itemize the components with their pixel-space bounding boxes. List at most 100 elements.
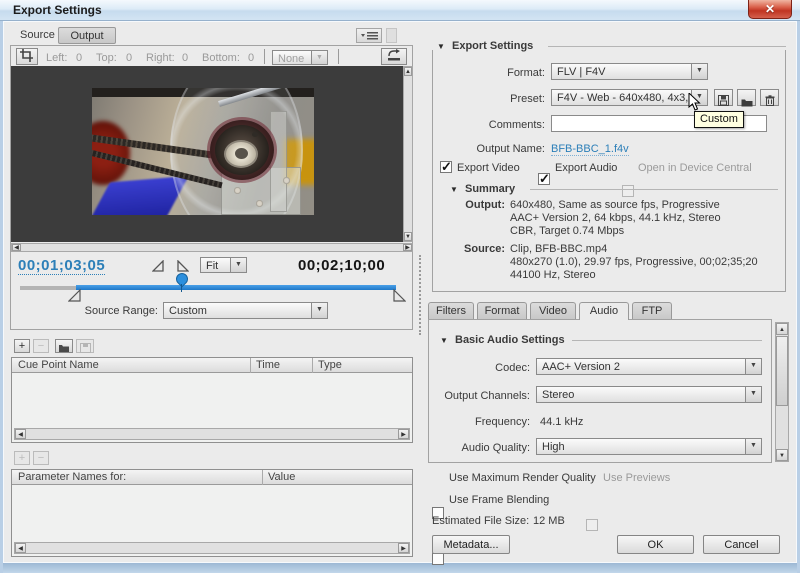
zoom-level-dropdown[interactable]: Fit bbox=[200, 257, 247, 273]
remove-parameter-button[interactable]: − bbox=[33, 451, 49, 465]
timeline-range-bar[interactable] bbox=[76, 285, 396, 290]
export-audio-checkbox[interactable] bbox=[538, 173, 550, 185]
chevron-down-icon bbox=[745, 439, 761, 454]
summary-source-line-3: 44100 Hz, Stereo bbox=[510, 269, 596, 282]
summary-collapse-icon[interactable]: ▼ bbox=[450, 185, 458, 194]
crop-left-value[interactable]: 0 bbox=[76, 52, 82, 64]
param-col-name[interactable]: Parameter Names for: bbox=[18, 471, 126, 483]
crop-settings-button[interactable] bbox=[381, 48, 407, 65]
crop-button[interactable] bbox=[16, 48, 38, 65]
codec-value: AAC+ Version 2 bbox=[537, 359, 745, 374]
video-pulley-hole bbox=[252, 132, 258, 137]
tab-format[interactable]: Format bbox=[477, 302, 527, 319]
cue-point-table-header[interactable]: Cue Point Name Time Type bbox=[12, 358, 412, 373]
output-channels-label: Output Channels: bbox=[430, 390, 530, 402]
delete-preset-button[interactable] bbox=[760, 89, 779, 106]
curved-arrow-icon bbox=[385, 49, 403, 62]
duration-timecode: 00;02;10;00 bbox=[298, 257, 385, 274]
audio-quality-label: Audio Quality: bbox=[430, 442, 530, 454]
add-parameter-button[interactable]: + bbox=[14, 451, 30, 465]
file-size-value: 12 MB bbox=[533, 515, 565, 527]
frame-blending-label: Use Frame Blending bbox=[449, 494, 549, 506]
summary-output-line-1: 640x480, Same as source fps, Progressive bbox=[510, 199, 720, 212]
device-central-checkbox[interactable] bbox=[622, 185, 634, 197]
source-range-value: Custom bbox=[164, 303, 311, 318]
cue-table-hscrollbar[interactable]: ◀ ▶ bbox=[14, 428, 410, 440]
preview-vertical-scrollbar[interactable]: ▲ ▼ bbox=[403, 66, 413, 242]
codec-dropdown[interactable]: AAC+ Version 2 bbox=[536, 358, 762, 375]
cue-col-type[interactable]: Type bbox=[318, 359, 342, 371]
parameter-table-hscrollbar[interactable]: ◀ ▶ bbox=[14, 542, 410, 554]
crop-right-label: Right: bbox=[146, 52, 175, 64]
preset-label: Preset: bbox=[440, 93, 545, 105]
preview-horizontal-scrollbar[interactable]: ◀ ▶ bbox=[11, 243, 413, 252]
crop-bottom-label: Bottom: bbox=[202, 52, 240, 64]
summary-header: Summary bbox=[465, 183, 515, 195]
chevron-down-icon bbox=[311, 303, 327, 318]
format-dropdown[interactable]: FLV | F4V bbox=[551, 63, 708, 80]
export-video-label: Export Video bbox=[457, 162, 520, 174]
parameter-table[interactable]: Parameter Names for: Value ◀ ▶ bbox=[11, 469, 413, 557]
ok-button[interactable]: OK bbox=[617, 535, 694, 554]
tab-audio[interactable]: Audio bbox=[579, 302, 629, 320]
load-cue-points-button[interactable] bbox=[55, 339, 73, 353]
crop-ratio-dropdown[interactable]: None bbox=[272, 50, 328, 65]
param-col-value[interactable]: Value bbox=[268, 471, 295, 483]
range-out-handle[interactable] bbox=[392, 289, 406, 307]
basic-audio-collapse-icon[interactable]: ▼ bbox=[440, 336, 448, 345]
video-pulley-center bbox=[235, 148, 248, 159]
tab-source[interactable]: Source bbox=[20, 29, 55, 41]
tab-ftp[interactable]: FTP bbox=[632, 302, 672, 319]
crop-bottom-value[interactable]: 0 bbox=[248, 52, 254, 64]
tab-video[interactable]: Video bbox=[530, 302, 576, 319]
crop-separator-2 bbox=[338, 49, 339, 64]
summary-source-line-2: 480x270 (1.0), 29.97 fps, Progressive, 0… bbox=[510, 256, 758, 269]
frequency-label: Frequency: bbox=[430, 416, 530, 428]
video-acrylic-column bbox=[270, 111, 288, 213]
codec-label: Codec: bbox=[430, 362, 530, 374]
format-label: Format: bbox=[440, 67, 545, 79]
tab-filters[interactable]: Filters bbox=[428, 302, 474, 319]
save-cue-points-button[interactable] bbox=[76, 339, 94, 353]
cancel-button[interactable]: Cancel bbox=[703, 535, 780, 554]
chevron-down-icon bbox=[745, 359, 761, 374]
panel-splitter[interactable] bbox=[419, 255, 421, 335]
chevron-down-icon bbox=[230, 258, 246, 272]
close-button[interactable]: ✕ bbox=[748, 0, 792, 19]
frame-blending-checkbox[interactable] bbox=[432, 553, 444, 565]
output-name-link[interactable]: BFB-BBC_1.f4v bbox=[551, 143, 629, 156]
crop-right-value[interactable]: 0 bbox=[182, 52, 188, 64]
metadata-button[interactable]: Metadata... bbox=[432, 535, 510, 554]
playhead-stem bbox=[181, 284, 182, 292]
cue-col-name[interactable]: Cue Point Name bbox=[18, 359, 99, 371]
video-bolt-3 bbox=[283, 177, 290, 184]
save-preset-button[interactable] bbox=[714, 89, 733, 106]
source-range-label: Source Range: bbox=[60, 305, 158, 317]
add-cue-point-button[interactable]: + bbox=[14, 339, 30, 353]
cue-col-time[interactable]: Time bbox=[256, 359, 280, 371]
export-settings-rule bbox=[548, 46, 786, 47]
source-range-dropdown[interactable]: Custom bbox=[163, 302, 328, 319]
save-icon bbox=[80, 343, 91, 353]
import-preset-button[interactable] bbox=[737, 89, 756, 106]
audio-quality-dropdown[interactable]: High bbox=[536, 438, 762, 455]
parameter-table-header[interactable]: Parameter Names for: Value bbox=[12, 470, 412, 485]
use-previews-checkbox[interactable] bbox=[586, 519, 598, 531]
panel-menu-icon[interactable] bbox=[356, 28, 382, 43]
options-vertical-scrollbar[interactable]: ▲ ▼ bbox=[775, 322, 789, 462]
crop-top-value[interactable]: 0 bbox=[126, 52, 132, 64]
current-timecode[interactable]: 00;01;03;05 bbox=[18, 257, 105, 275]
chevron-down-icon bbox=[311, 51, 327, 64]
title-bar[interactable] bbox=[0, 0, 800, 21]
export-video-checkbox[interactable] bbox=[440, 161, 452, 173]
output-name-label: Output Name: bbox=[440, 143, 545, 155]
summary-source-line-1: Clip, BFB-BBC.mp4 bbox=[510, 243, 607, 256]
save-icon bbox=[718, 95, 729, 106]
remove-cue-point-button[interactable]: − bbox=[33, 339, 49, 353]
crop-top-label: Top: bbox=[96, 52, 117, 64]
preset-dropdown[interactable]: F4V - Web - 640x480, 4x3, P... bbox=[551, 89, 708, 106]
cue-point-table[interactable]: Cue Point Name Time Type ◀ ▶ bbox=[11, 357, 413, 443]
tab-output[interactable]: Output bbox=[58, 27, 116, 44]
set-in-point-icon[interactable] bbox=[152, 259, 165, 277]
output-channels-dropdown[interactable]: Stereo bbox=[536, 386, 762, 403]
